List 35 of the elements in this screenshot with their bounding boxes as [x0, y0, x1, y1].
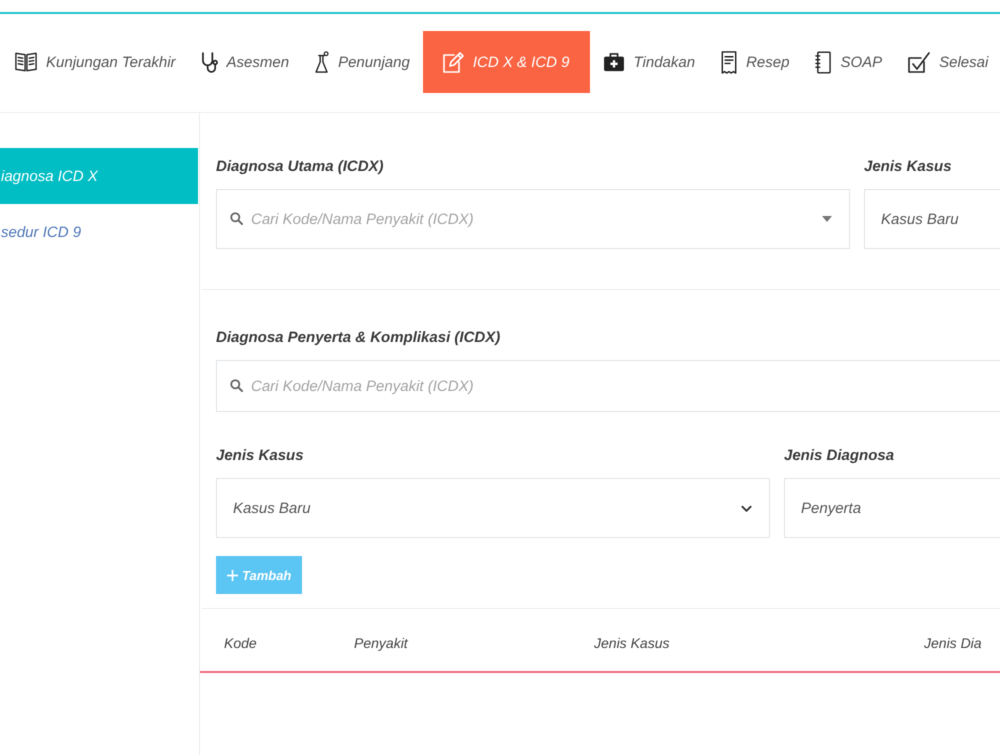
- case-type-field[interactable]: Kasus Baru: [864, 189, 1000, 249]
- nav-tab[interactable]: Resep: [708, 31, 802, 93]
- nav-tab[interactable]: Asesmen: [188, 31, 302, 93]
- stethoscope-icon: [202, 52, 218, 72]
- sidebar-item[interactable]: sedur ICD 9: [0, 204, 198, 260]
- field-label: Diagnosa Penyerta & Komplikasi (ICDX): [216, 328, 502, 348]
- medical-kit-icon: [602, 52, 624, 72]
- field-label: Diagnosa Utama (ICDX): [216, 157, 385, 177]
- search-icon: [230, 212, 243, 225]
- plus-icon: [227, 570, 238, 580]
- diagnosis-type-field[interactable]: Penyerta: [784, 478, 1000, 538]
- field-label: Jenis Kasus: [216, 446, 305, 466]
- nav-tab[interactable]: Kunjungan Terakhir: [2, 31, 189, 93]
- receipt-icon: [721, 50, 738, 74]
- chevron-icon: [741, 505, 752, 513]
- field-label: Jenis Kasus: [864, 157, 953, 177]
- nav-tab[interactable]: Tindakan: [590, 31, 708, 93]
- diagnosis-search-field[interactable]: Cari Kode/Nama Penyakit (ICDX): [216, 360, 1000, 412]
- column-header: Jenis Kasus: [594, 635, 670, 651]
- diagnosis-select[interactable]: Cari Kode/Nama Penyakit (ICDX): [216, 189, 850, 249]
- nav-tab[interactable]: SOAP: [802, 31, 896, 93]
- caret-icon: [822, 216, 832, 222]
- search-icon: [230, 379, 243, 392]
- book-icon: [15, 52, 37, 72]
- column-header: Jenis Dia: [924, 635, 983, 651]
- column-header: Kode: [224, 635, 258, 651]
- field-label: Jenis Diagnosa: [784, 446, 896, 466]
- checkbox-icon: [908, 52, 930, 72]
- column-header: Penyakit: [354, 635, 409, 651]
- notebook-icon: [815, 50, 832, 74]
- nav-tab[interactable]: Penunjang: [302, 31, 423, 93]
- case-type-select[interactable]: Kasus Baru: [216, 478, 770, 538]
- flask-icon: [315, 51, 330, 73]
- nav-tab[interactable]: Selesai: [895, 31, 1000, 93]
- edit-icon: [442, 52, 464, 72]
